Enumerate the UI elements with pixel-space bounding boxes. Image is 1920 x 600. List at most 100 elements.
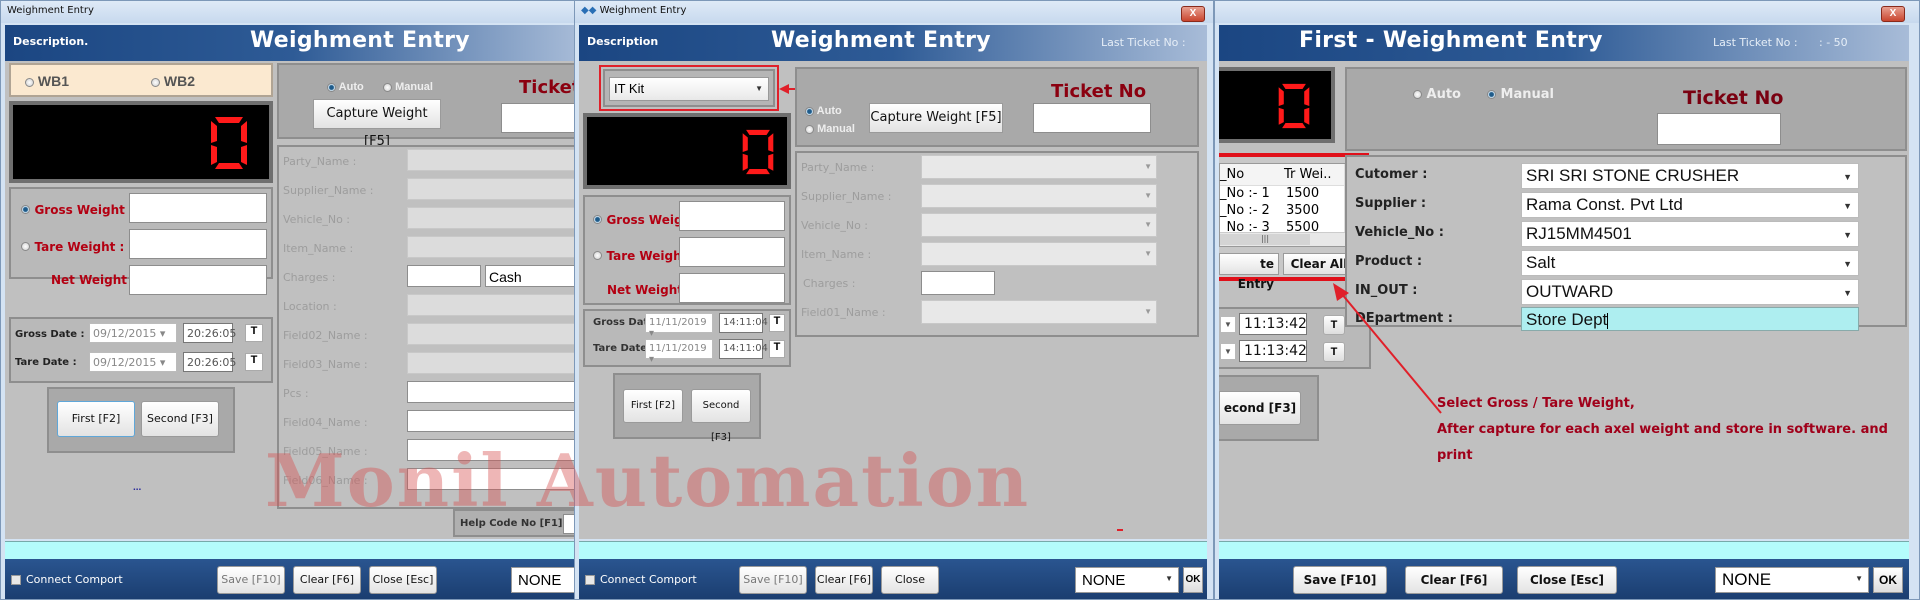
close-button[interactable]: Close [Esc] — [881, 566, 939, 594]
horizontal-scrollbar[interactable]: |||▶ — [1220, 232, 1358, 246]
field-charges[interactable] — [407, 265, 481, 287]
product-combo[interactable]: Salt ▼ — [1521, 250, 1859, 276]
table-row[interactable]: _No :- 2 3500 — [1220, 203, 1344, 220]
tare-weight-input[interactable] — [129, 229, 267, 259]
field-pcs[interactable] — [407, 381, 579, 403]
table-row[interactable]: _No :- 1 1500 — [1220, 186, 1344, 203]
field-party-name[interactable] — [407, 149, 579, 171]
more-ellipsis[interactable]: ... — [133, 482, 141, 493]
port-select[interactable]: NONE ▼ — [1075, 567, 1179, 593]
department-input[interactable]: Store Dept — [1521, 307, 1859, 331]
close-button[interactable]: Close [Esc] — [369, 566, 437, 594]
tare-date-picker[interactable]: 11/11/2019 ▾ — [645, 339, 713, 365]
save-button[interactable]: Save [F10] — [217, 566, 285, 594]
connect-comport-checkbox[interactable]: Connect Comport — [585, 573, 697, 586]
clear-button[interactable]: Clear [F6] — [815, 566, 873, 594]
save-button[interactable]: Save [F10] — [1293, 566, 1387, 594]
grid-col-no[interactable]: _No — [1220, 167, 1244, 182]
port-select[interactable]: NONE ▼ — [1715, 567, 1869, 593]
window-3-close-icon[interactable]: X — [1881, 6, 1905, 22]
wb2-radio[interactable]: WB2 — [151, 73, 195, 89]
gross-date-chevron[interactable]: ▼ — [1221, 317, 1235, 332]
tare-weight-label: Tare Weight : — [34, 240, 125, 254]
gross-date-picker[interactable]: 09/12/2015 ▾ — [89, 323, 177, 343]
gross-time-input[interactable]: 20:26:05 — [183, 323, 236, 343]
second-button[interactable]: Second [F3] — [691, 389, 751, 443]
second-button[interactable]: econd [F3] — [1219, 391, 1301, 425]
capture-weight-button[interactable]: Capture Weight [F5] — [313, 99, 441, 149]
tare-date-picker[interactable]: 09/12/2015 ▾ — [89, 352, 177, 372]
tare-weight-input[interactable] — [679, 237, 785, 267]
tare-weight-radio[interactable]: Tare Weight : — [21, 238, 124, 256]
field-item-name[interactable] — [407, 236, 579, 258]
auto-label: Auto — [338, 81, 364, 93]
second-button[interactable]: Second [F3] — [141, 401, 219, 437]
gross-time-t-button[interactable]: T — [245, 324, 263, 342]
tare-time-input[interactable]: 14:11:04 — [719, 339, 768, 359]
tare-time-t-button[interactable]: T — [769, 340, 785, 358]
tare-date-chevron[interactable]: ▼ — [1221, 344, 1235, 359]
field-supplier-name[interactable]: ▼ — [921, 184, 1157, 208]
tare-time-input[interactable]: 11:13:42 — [1239, 340, 1307, 362]
field-supplier-name[interactable] — [407, 178, 579, 200]
field-charges[interactable] — [921, 271, 995, 295]
port-select[interactable]: NONE — [511, 567, 579, 593]
axle-weight-grid[interactable]: _No Tr Wei.. _No :- 1 1500 _No :- 2 3500… — [1219, 163, 1359, 247]
gross-date-picker[interactable]: 11/11/2019 ▾ — [645, 313, 713, 339]
clear-button[interactable]: Clear [F6] — [293, 566, 361, 594]
table-row[interactable]: _No :- 3 5500 — [1220, 220, 1344, 232]
gross-weight-input[interactable] — [129, 193, 267, 223]
ticket-no-input[interactable] — [501, 103, 579, 133]
field-04[interactable] — [407, 410, 579, 432]
ok-button[interactable]: OK — [1183, 567, 1203, 593]
field-03[interactable] — [407, 352, 579, 374]
manual-radio[interactable]: Manual — [1487, 87, 1554, 102]
first-button[interactable]: First [F2] — [623, 389, 683, 423]
field-vehicle-no[interactable] — [407, 207, 579, 229]
ok-button[interactable]: OK — [1873, 567, 1903, 593]
grid-col-weight[interactable]: Tr Wei.. — [1284, 167, 1331, 182]
gross-time-input[interactable]: 11:13:42 — [1239, 313, 1307, 335]
window-3-header: First - Weighment Entry Last Ticket No :… — [1219, 25, 1909, 61]
field-vehicle-no[interactable]: ▼ — [921, 213, 1157, 237]
field-01[interactable]: ▼ — [921, 300, 1157, 324]
charges-mode-select[interactable]: Cash — [485, 265, 579, 287]
vehicle-no-combo[interactable]: RJ15MM4501 ▼ — [1521, 221, 1859, 247]
manual-radio[interactable]: Manual — [805, 123, 855, 135]
close-button[interactable]: Close [Esc] — [1517, 566, 1617, 594]
capture-weight-button[interactable]: Capture Weight [F5] — [869, 103, 1003, 133]
clear-button[interactable]: Clear [F6] — [1405, 566, 1503, 594]
auto-radio[interactable]: Auto — [327, 81, 364, 93]
field-06[interactable] — [407, 468, 579, 490]
net-weight-input[interactable] — [129, 265, 267, 295]
weighbridge-select[interactable]: IT Kit ▼ — [609, 77, 769, 101]
connect-comport-checkbox[interactable]: Connect Comport — [11, 573, 123, 586]
customer-combo[interactable]: SRI SRI STONE CRUSHER ▼ — [1521, 163, 1859, 189]
in-out-combo[interactable]: OUTWARD ▼ — [1521, 279, 1859, 305]
gross-time-input[interactable]: 14:11:04 — [719, 313, 768, 333]
manual-radio[interactable]: Manual — [383, 81, 433, 93]
auto-radio[interactable]: Auto — [805, 105, 842, 117]
gross-time-t-button[interactable]: T — [769, 314, 785, 332]
ticket-no-input[interactable] — [1657, 113, 1781, 145]
first-button[interactable]: First [F2] — [57, 401, 135, 437]
ticket-no-input[interactable] — [1033, 103, 1151, 133]
gross-weight-radio[interactable]: Gross Weight : — [21, 201, 134, 219]
save-button[interactable]: Save [F10] — [739, 566, 807, 594]
field-05[interactable] — [407, 439, 579, 461]
field-location[interactable] — [407, 294, 579, 316]
gross-weight-input[interactable] — [679, 201, 785, 231]
supplier-combo[interactable]: Rama Const. Pvt Ltd ▼ — [1521, 192, 1859, 218]
delete-entry-button[interactable]: te Entry — [1219, 253, 1279, 291]
tare-time-t-button[interactable]: T — [245, 353, 263, 371]
wb1-radio[interactable]: WB1 — [25, 73, 69, 89]
tare-time-input[interactable]: 20:26:05 — [183, 352, 236, 372]
auto-radio[interactable]: Auto — [1413, 87, 1461, 102]
field-item-name[interactable]: ▼ — [921, 242, 1157, 266]
field-party-name[interactable]: ▼ — [921, 155, 1157, 179]
net-weight-input[interactable] — [679, 273, 785, 303]
gross-time-value: 11:13:42 — [1244, 316, 1307, 332]
window-2-close-icon[interactable]: X — [1181, 6, 1205, 22]
field-party-name-label: Party_Name : — [801, 161, 875, 174]
field-02[interactable] — [407, 323, 579, 345]
